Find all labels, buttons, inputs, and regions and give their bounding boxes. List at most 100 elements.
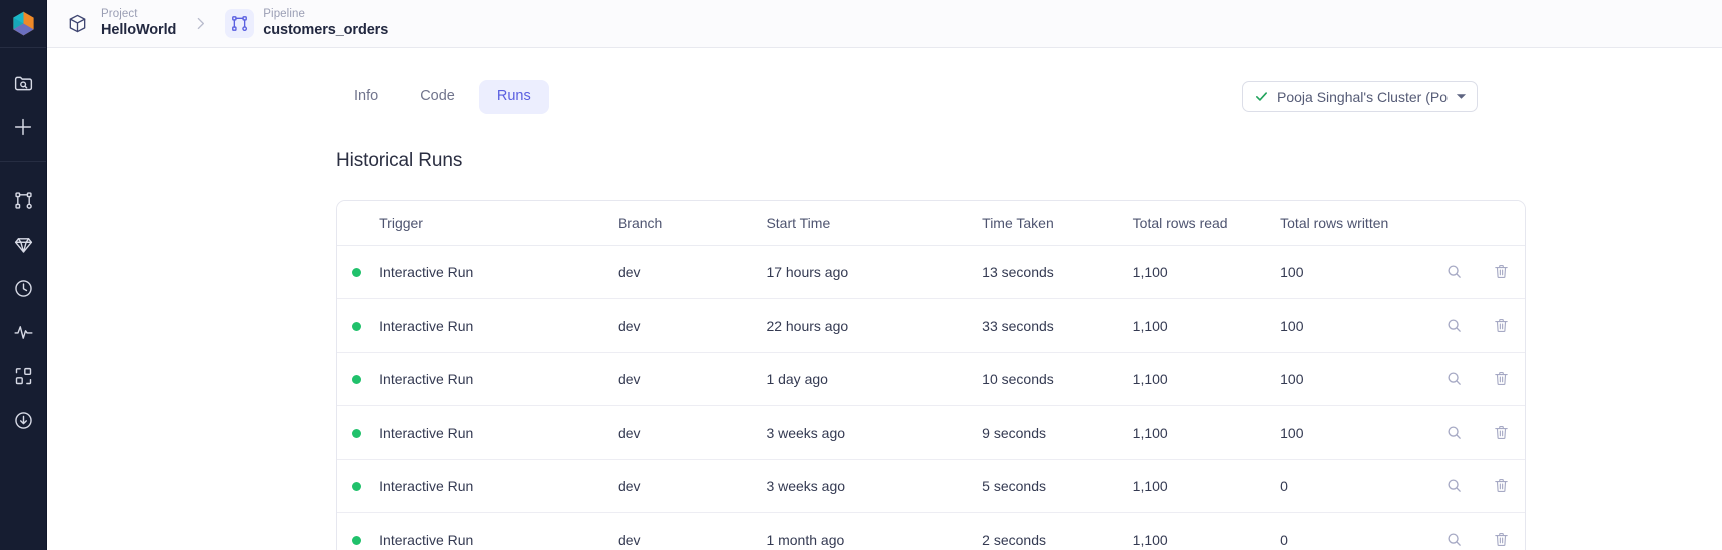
breadcrumb-project-kicker: Project [101,8,138,21]
cell-delete-action [1477,352,1525,407]
table-row[interactable]: Interactive Run dev 3 weeks ago 5 second… [337,459,1525,514]
cell-rows-written: 100 [1280,298,1431,353]
delete-run-button[interactable] [1490,314,1512,336]
historical-runs-table: Trigger Branch Start Time Time Taken Tot… [336,199,1526,550]
cell-trigger: Interactive Run [379,298,618,353]
cell-rows-written: 100 [1280,245,1431,300]
table-row[interactable]: Interactive Run dev 1 month ago 2 second… [337,512,1525,550]
sidebar-group-secondary [0,161,46,442]
status-dot [352,482,361,492]
table-row[interactable]: Interactive Run dev 3 weeks ago 9 second… [337,405,1525,460]
breadcrumb-pipeline-kicker: Pipeline [263,8,305,21]
sidebar-item-browse[interactable] [1,61,45,105]
left-sidebar [0,0,47,550]
cell-branch: dev [617,352,767,407]
cell-trigger: Interactive Run [379,352,618,407]
view-run-button[interactable] [1443,421,1465,443]
row-status [337,245,380,300]
sidebar-item-lineage[interactable] [1,354,45,398]
status-dot [352,268,361,278]
cell-rows-read: 1,100 [1132,459,1281,514]
cell-trigger: Interactive Run [379,245,618,300]
cell-time-taken: 5 seconds [982,459,1133,514]
cell-branch: dev [617,459,767,514]
status-dot [352,428,361,438]
table-header-row: Trigger Branch Start Time Time Taken Tot… [337,200,1525,246]
cell-view-action [1430,405,1478,460]
breadcrumb-pipeline-label: customers_orders [263,21,389,38]
breadcrumb-project-label: HelloWorld [101,21,177,38]
sidebar-item-assets[interactable] [1,222,45,266]
sidebar-group-primary [0,48,46,149]
delete-run-button[interactable] [1490,475,1512,497]
view-run-button[interactable] [1443,368,1465,390]
sidebar-item-monitoring[interactable] [1,310,45,354]
tab-code[interactable]: Code [402,80,473,114]
cell-rows-written: 100 [1280,405,1431,460]
table-row[interactable]: Interactive Run dev 1 day ago 10 seconds… [337,352,1525,407]
col-status [337,200,380,246]
col-actions-2 [1477,200,1525,246]
view-run-button[interactable] [1443,528,1465,550]
cell-branch: dev [617,298,767,353]
cell-view-action [1430,245,1478,300]
pipeline-icon [13,190,34,211]
view-run-button[interactable] [1443,475,1465,497]
col-time-taken: Time Taken [982,200,1133,246]
view-run-button[interactable] [1443,261,1465,283]
delete-run-button[interactable] [1490,528,1512,550]
row-status [337,298,380,353]
cell-start-time: 3 weeks ago [766,405,983,460]
tabs-and-cluster-row: Info Code Runs Pooja Singhal's Cluster (… [67,80,1702,114]
pipeline-tabs: Info Code Runs [336,80,549,114]
tab-info[interactable]: Info [336,80,396,114]
download-circle-icon [13,410,34,431]
table-row[interactable]: Interactive Run dev 22 hours ago 33 seco… [337,298,1525,353]
breadcrumb-pipeline[interactable]: Pipeline customers_orders [225,8,388,39]
breadcrumb-project[interactable]: Project HelloWorld [63,8,176,39]
col-branch: Branch [617,200,767,246]
delete-run-button[interactable] [1490,421,1512,443]
cell-time-taken: 2 seconds [982,512,1133,550]
tab-runs[interactable]: Runs [478,80,549,114]
cell-time-taken: 33 seconds [982,298,1133,353]
status-dot [352,535,361,545]
sidebar-item-deployments[interactable] [1,398,45,442]
activity-icon [13,322,34,343]
connected-nodes-icon [13,366,34,387]
delete-run-button[interactable] [1490,368,1512,390]
cell-time-taken: 10 seconds [982,352,1133,407]
app-logo[interactable] [0,0,46,48]
app-logo-icon [12,11,34,36]
sidebar-item-schedules[interactable] [1,266,45,310]
cell-rows-written: 0 [1280,512,1431,550]
main-area: Project HelloWorld Pipeline customers_or… [47,0,1722,550]
delete-run-button[interactable] [1490,261,1512,283]
cell-rows-written: 0 [1280,459,1431,514]
col-rows-written: Total rows written [1280,200,1431,246]
cell-rows-read: 1,100 [1132,245,1281,300]
cell-rows-read: 1,100 [1132,298,1281,353]
cell-view-action [1430,298,1478,353]
view-run-button[interactable] [1443,314,1465,336]
row-status [337,512,380,550]
folder-search-icon [13,73,34,94]
cell-time-taken: 9 seconds [982,405,1133,460]
plus-icon [12,116,34,138]
sidebar-item-new[interactable] [1,105,45,149]
cell-rows-read: 1,100 [1132,352,1281,407]
app-root: Project HelloWorld Pipeline customers_or… [0,0,1722,550]
clock-icon [13,278,34,299]
cluster-selector[interactable]: Pooja Singhal's Cluster (Pooja_... [1242,81,1478,113]
sidebar-item-pipelines[interactable] [1,178,45,222]
pipeline-icon [225,8,255,38]
cell-start-time: 1 month ago [766,512,983,550]
breadcrumb: Project HelloWorld Pipeline customers_or… [47,0,1722,48]
col-trigger: Trigger [379,200,618,246]
table-row[interactable]: Interactive Run dev 17 hours ago 13 seco… [337,245,1525,300]
col-start-time: Start Time [766,200,983,246]
table-body: Interactive Run dev 17 hours ago 13 seco… [337,245,1525,550]
col-actions [1430,200,1478,246]
cell-delete-action [1477,512,1525,550]
content-area: Info Code Runs Pooja Singhal's Cluster (… [47,48,1722,550]
